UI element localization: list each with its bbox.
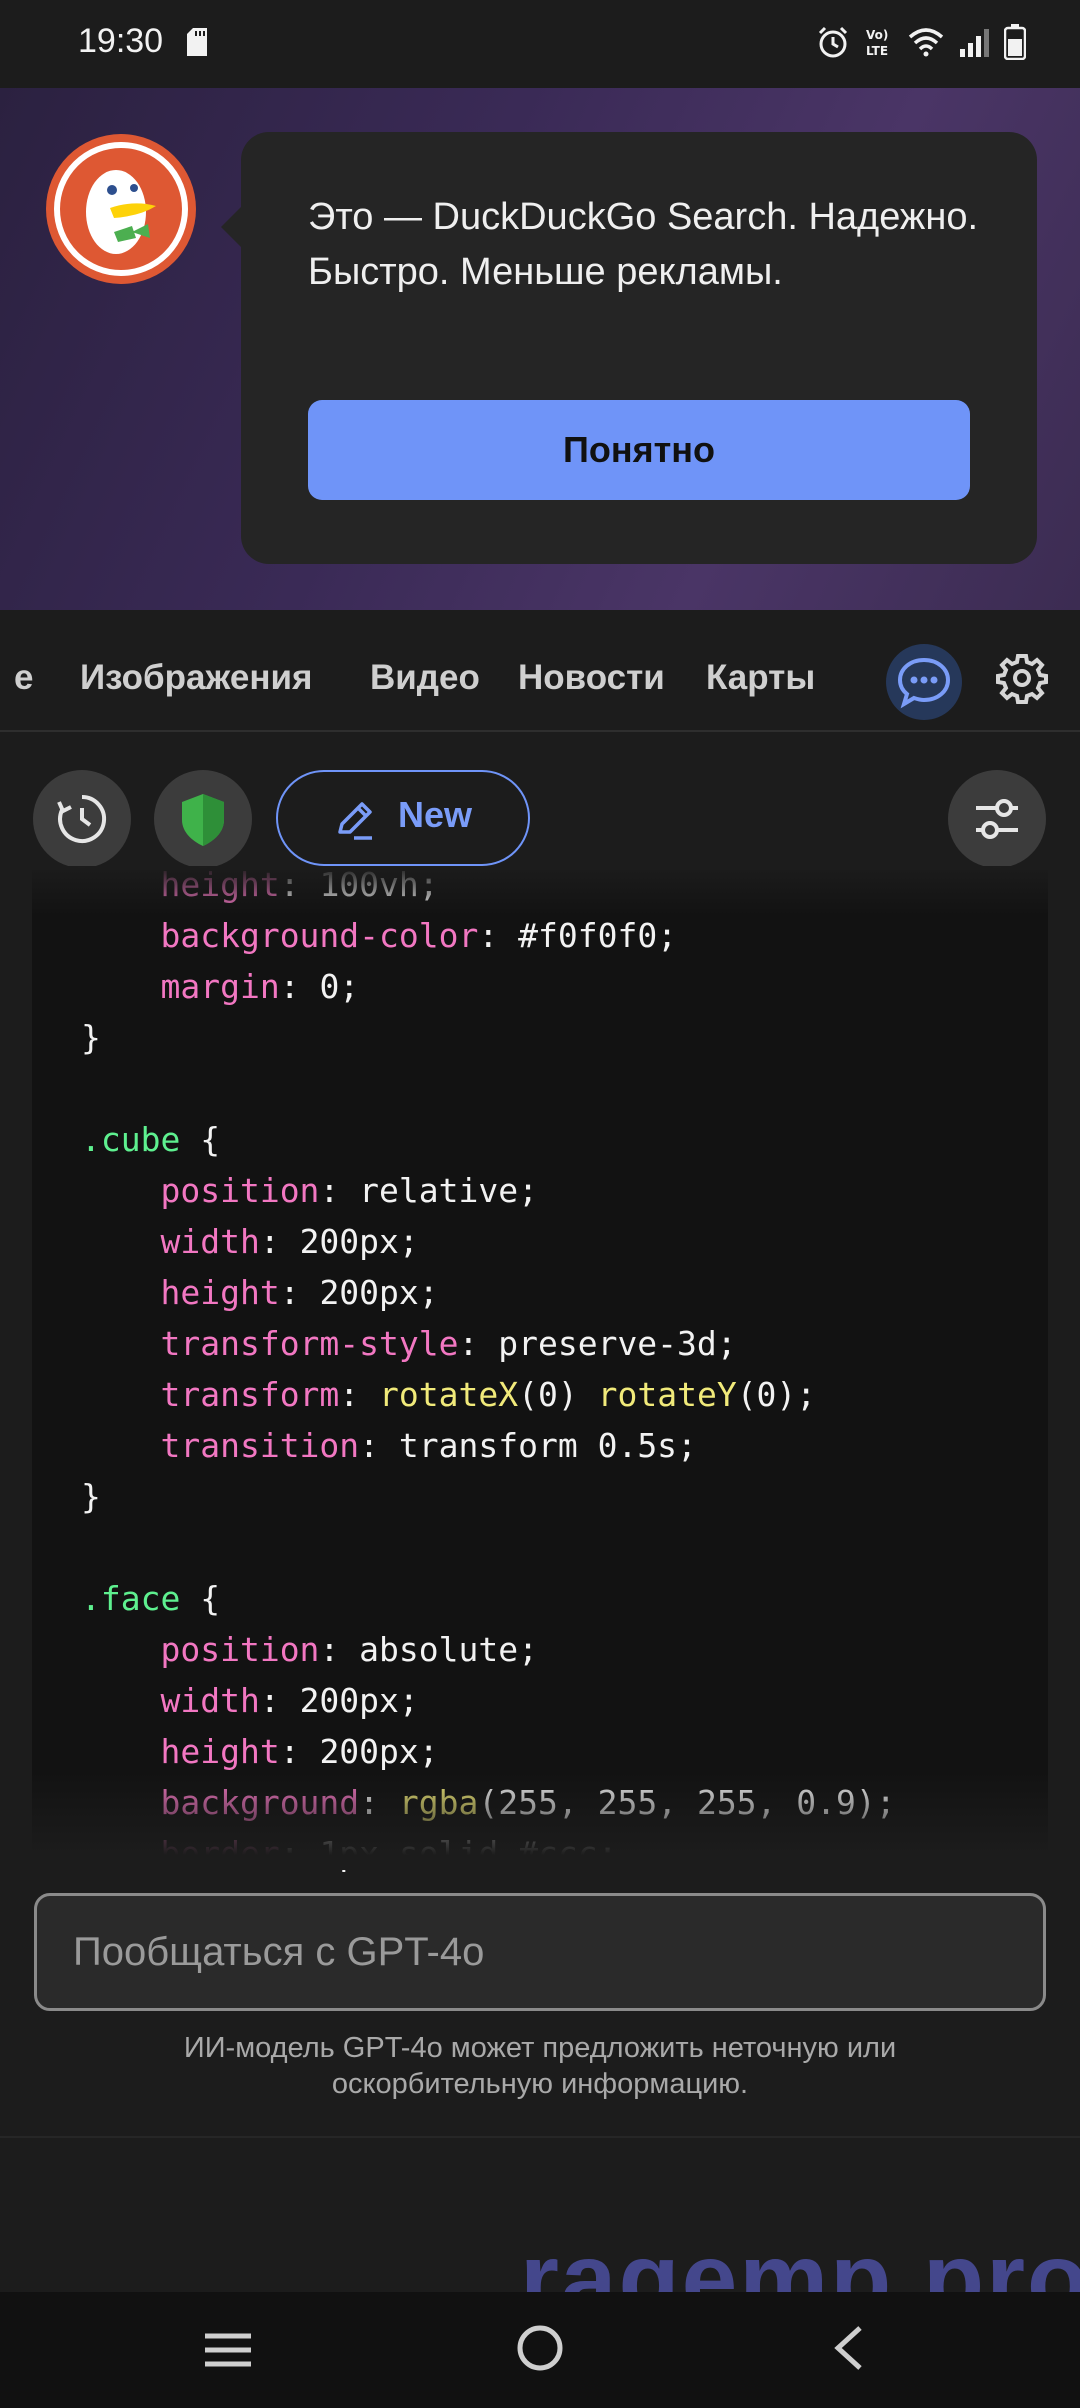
settings-sliders-button[interactable] [948,770,1046,868]
code-line: background-color: #f0f0f0; [81,916,677,955]
code-token: .cube [81,1120,181,1159]
code-token: transform [160,1375,340,1414]
code-line: position: absolute; [81,1630,538,1669]
code-token: margin [160,967,280,1006]
code-line: } [81,1018,101,1057]
code-line: transform: rotateX(0) rotateY(0); [81,1375,816,1414]
ai-disclaimer: ИИ-модель GPT-4o может предложить неточн… [183,2032,897,2100]
code-line: width: 200px; [81,1681,419,1720]
code-token: : transform 0.5s; [359,1426,697,1465]
code-token: : #f0f0f0; [478,916,678,955]
code-token: position [160,1171,320,1210]
code-token: height [160,1732,280,1771]
wifi-icon [908,28,944,57]
signal-icon [960,29,989,57]
sliders-icon [976,799,1018,839]
divider [0,2136,1080,2138]
svg-text:LTE: LTE [866,44,888,58]
status-icons: Vo) LTE [816,24,1026,60]
code-token: : relative; [319,1171,538,1210]
code-line: margin: 0; [81,967,359,1006]
battery-icon [1004,24,1026,60]
code-token: background-color [160,916,479,955]
code-line: .face { [81,1579,220,1618]
tab-news[interactable]: Новости [518,610,665,730]
ai-chat-button[interactable] [886,644,962,720]
gear-icon[interactable] [996,652,1048,704]
got-it-button[interactable]: Понятно [308,400,970,500]
code-token: width [160,1222,260,1261]
code-line: width: 200px; [81,1222,419,1261]
code-token: rotateX [379,1375,519,1414]
code-line: .cube { [81,1120,220,1159]
code-token: : absolute; [319,1630,538,1669]
alarm-icon [818,26,848,58]
code-token: { [180,1120,221,1159]
code-token: : 200px; [279,1732,439,1771]
code-token: .face [81,1579,181,1618]
code-token: } [81,1018,101,1057]
code-block [32,870,1048,1870]
tab-images[interactable]: Изображения [80,610,312,730]
code-token: (0) [518,1375,598,1414]
shield-icon [182,794,224,846]
code-fade-top [32,866,1048,916]
code-line: transform-style: preserve-3d; [81,1324,737,1363]
chat-input[interactable] [34,1893,1046,2011]
code-fade-bottom [32,1770,1048,1870]
code-token: (0); [736,1375,817,1414]
privacy-shield-button[interactable] [154,770,252,868]
code-line: height: 200px; [81,1732,439,1771]
tab-video[interactable]: Видео [370,610,480,730]
sd-card-icon [187,28,207,56]
promo-tooltip-arrow [221,205,243,249]
menu-icon[interactable] [203,2330,253,2370]
code-token: : 200px; [259,1222,419,1261]
system-nav-bar [0,2292,1080,2408]
code-token: : preserve-3d; [458,1324,737,1363]
code-token: } [81,1477,101,1516]
status-time: 19:30 [78,22,164,60]
back-chevron-icon[interactable] [830,2324,866,2372]
code-line: } [81,1477,101,1516]
tab-partial[interactable]: е [14,610,33,730]
code-token: : [339,1375,380,1414]
chat-bubble-icon [897,657,951,709]
home-circle-icon[interactable] [514,2322,566,2374]
code-line: height: 200px; [81,1273,439,1312]
chat-history-button[interactable] [33,770,131,868]
code-line: transition: transform 0.5s; [81,1426,697,1465]
code-token: position [160,1630,320,1669]
code-token: transition [160,1426,360,1465]
pencil-icon [338,802,372,840]
code-token: rotateY [597,1375,737,1414]
duckduckgo-logo [46,134,196,284]
code-token: width [160,1681,260,1720]
code-token: transform-style [160,1324,459,1363]
svg-text:Vo): Vo) [866,28,888,42]
promo-text: Это — DuckDuckGo Search. Надежно. Быстро… [308,196,979,293]
volte-icon: Vo) LTE [866,28,888,58]
new-chat-label: New [398,794,473,835]
history-timer-icon [57,794,107,843]
code-token: : 200px; [259,1681,419,1720]
tab-maps[interactable]: Карты [706,610,815,730]
code-token: : 200px; [279,1273,439,1312]
code-token: { [180,1579,221,1618]
code-line: position: relative; [81,1171,538,1210]
code-token: : 0; [279,967,360,1006]
code-token: height [160,1273,280,1312]
